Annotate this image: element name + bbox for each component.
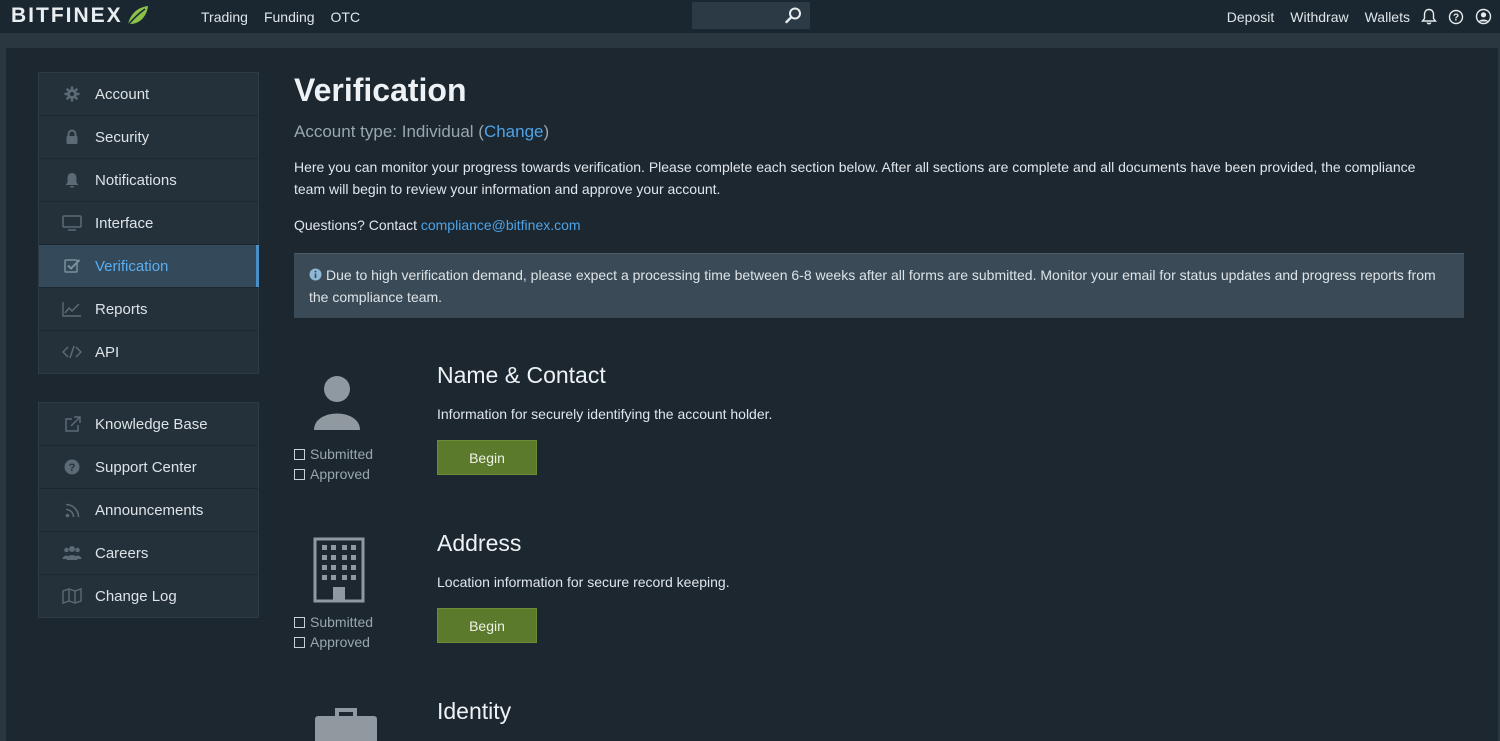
status-checks: Submitted Approved xyxy=(294,444,373,484)
settings-menu: Account Security Notifications Interface… xyxy=(38,72,259,374)
svg-text:?: ? xyxy=(1453,12,1459,23)
bell-icon[interactable] xyxy=(1421,8,1437,25)
users-icon xyxy=(61,544,83,562)
processing-time-notice: Due to high verification demand, please … xyxy=(294,253,1464,318)
sidebar-item-label: Reports xyxy=(95,300,148,318)
sidebar-item-support-center[interactable]: ? Support Center xyxy=(39,446,258,489)
svg-text:?: ? xyxy=(69,462,76,474)
approved-checkbox xyxy=(294,636,305,648)
sidebar-item-change-log[interactable]: Change Log xyxy=(39,575,258,617)
sidebar-item-interface[interactable]: Interface xyxy=(39,202,258,245)
sidebar-item-label: Announcements xyxy=(95,501,204,519)
map-icon xyxy=(61,587,83,605)
building-icon xyxy=(313,537,365,603)
sidebar-item-label: Change Log xyxy=(95,587,177,605)
bell-icon xyxy=(61,171,83,189)
sidebar-item-knowledge-base[interactable]: Knowledge Base xyxy=(39,403,258,446)
code-icon xyxy=(61,343,83,361)
approved-label: Approved xyxy=(310,466,370,482)
question-circle-icon: ? xyxy=(61,458,83,476)
address-section: Submitted Approved Address Location info… xyxy=(294,530,1464,690)
user-icon xyxy=(314,376,360,430)
approved-status: Approved xyxy=(294,632,373,652)
search-icon[interactable] xyxy=(785,7,802,24)
approved-checkbox xyxy=(294,468,305,480)
begin-address-button[interactable]: Begin xyxy=(437,608,537,643)
sidebar-item-security[interactable]: Security xyxy=(39,116,258,159)
wallets-link[interactable]: Wallets xyxy=(1365,9,1410,25)
search-input[interactable] xyxy=(692,2,810,29)
nav-funding-link[interactable]: Funding xyxy=(264,9,315,25)
sidebar-item-reports[interactable]: Reports xyxy=(39,288,258,331)
deposit-link[interactable]: Deposit xyxy=(1227,9,1274,25)
sidebar-item-announcements[interactable]: Announcements xyxy=(39,489,258,532)
approved-label: Approved xyxy=(310,634,370,650)
sidebar-item-api[interactable]: API xyxy=(39,331,258,373)
submitted-status: Submitted xyxy=(294,444,373,464)
top-navbar: BITFINEX Trading Funding OTC Deposit Wit… xyxy=(0,0,1500,33)
intro-text: Here you can monitor your progress towar… xyxy=(294,159,1416,197)
account-type-close: ) xyxy=(543,122,550,141)
withdraw-link[interactable]: Withdraw xyxy=(1290,9,1348,25)
section-title: Name & Contact xyxy=(437,362,606,388)
submitted-status: Submitted xyxy=(294,612,373,632)
notice-text: Due to high verification demand, please … xyxy=(309,267,1436,305)
monitor-icon xyxy=(61,214,83,232)
compliance-email-link[interactable]: compliance@bitfinex.com xyxy=(421,217,581,233)
sidebar-item-label: Interface xyxy=(95,214,154,232)
page-gap xyxy=(0,33,1500,48)
info-icon xyxy=(309,268,322,281)
identity-section: Identity xyxy=(294,698,1464,741)
submitted-checkbox xyxy=(294,448,305,460)
sidebar-item-verification[interactable]: Verification xyxy=(39,245,259,288)
section-title: Identity xyxy=(437,698,512,724)
sidebar-item-label: Support Center xyxy=(95,458,197,476)
submitted-label: Submitted xyxy=(310,446,374,462)
section-title: Address xyxy=(437,530,522,556)
page-title: Verification xyxy=(294,72,467,108)
account-type: Account type: Individual (Change) xyxy=(294,122,549,142)
questions-contact: Questions? Contact compliance@bitfinex.c… xyxy=(294,217,581,233)
sidebar-item-label: Notifications xyxy=(95,171,177,189)
sidebar-item-label: API xyxy=(95,343,120,361)
user-circle-icon[interactable] xyxy=(1475,8,1492,25)
sidebar-item-account[interactable]: Account xyxy=(39,73,258,116)
status-checks: Submitted Approved xyxy=(294,612,373,652)
sidebar-item-label: Verification xyxy=(95,257,169,275)
main-nav: Trading Funding OTC xyxy=(201,0,376,33)
sidebar-item-label: Security xyxy=(95,128,150,146)
begin-name-contact-button[interactable]: Begin xyxy=(437,440,537,475)
bitfinex-logo[interactable]: BITFINEX xyxy=(11,4,149,28)
rss-icon xyxy=(61,501,83,519)
change-account-type-link[interactable]: Change xyxy=(484,122,544,141)
external-link-icon xyxy=(61,415,83,433)
questions-label: Questions? Contact xyxy=(294,217,421,233)
submitted-checkbox xyxy=(294,616,305,628)
check-square-icon xyxy=(61,257,83,275)
sidebar-item-label: Knowledge Base xyxy=(95,415,208,433)
approved-status: Approved xyxy=(294,464,373,484)
account-type-label: Account type: Individual ( xyxy=(294,122,484,141)
sidebar-item-careers[interactable]: Careers xyxy=(39,532,258,575)
gear-icon xyxy=(61,85,83,103)
section-description: Information for securely identifying the… xyxy=(437,406,773,422)
submitted-label: Submitted xyxy=(310,614,374,630)
nav-otc-link[interactable]: OTC xyxy=(331,9,361,25)
help-icon[interactable]: ? xyxy=(1448,9,1464,25)
account-nav: Deposit Withdraw Wallets ? xyxy=(1211,0,1492,33)
logo-text: BITFINEX xyxy=(11,4,123,27)
sidebar-item-label: Account xyxy=(95,85,150,103)
lock-icon xyxy=(61,128,83,146)
nav-trading-link[interactable]: Trading xyxy=(201,9,248,25)
sidebar-item-label: Careers xyxy=(95,544,149,562)
section-description: Location information for secure record k… xyxy=(437,574,730,590)
name-contact-section: Submitted Approved Name & Contact Inform… xyxy=(294,362,1464,522)
sidebar-item-notifications[interactable]: Notifications xyxy=(39,159,258,202)
line-chart-icon xyxy=(61,300,83,318)
help-menu: Knowledge Base ? Support Center Announce… xyxy=(38,402,259,618)
leaf-icon xyxy=(127,6,148,26)
briefcase-icon xyxy=(315,708,377,741)
